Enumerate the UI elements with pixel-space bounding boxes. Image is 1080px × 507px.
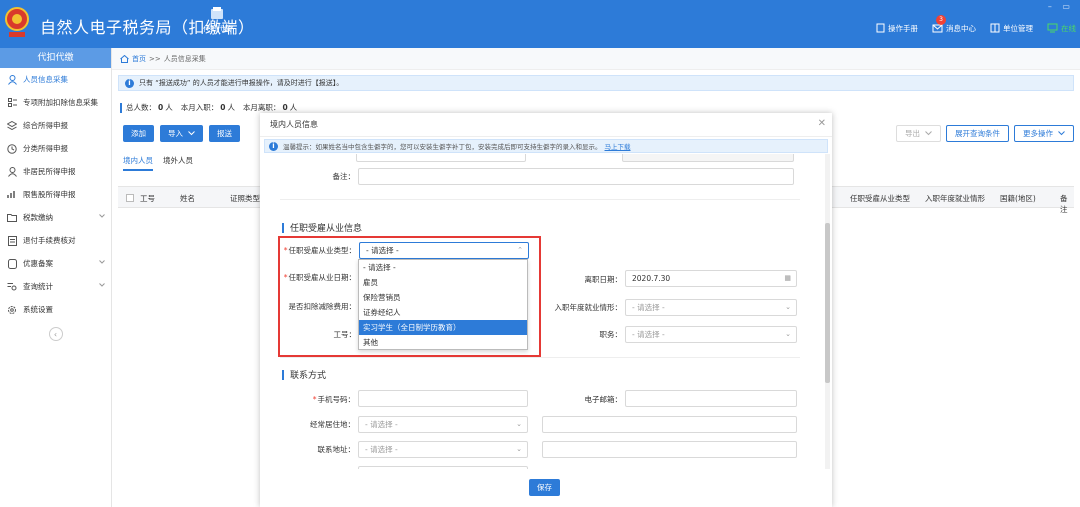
section-employment-title: 任职受雇从业信息 — [290, 224, 363, 234]
section-employment: 任职受雇从业信息 — [282, 221, 362, 234]
section-contact: 联系方式 — [282, 368, 326, 381]
phone-label: *手机号码： — [312, 395, 356, 404]
section-contact-title: 联系方式 — [290, 371, 327, 381]
calendar-icon: ▦ — [784, 274, 791, 282]
modal-overlay: 境内人员信息 ✕ i 温馨提示：如果姓名当中包含生僻字的，您可以安装生僻字补丁包… — [0, 0, 1080, 507]
residence-select[interactable]: - 请选择 - ⌄ — [358, 416, 528, 433]
close-icon[interactable]: ✕ — [818, 118, 826, 129]
residence-label: 经常居住地： — [310, 420, 355, 429]
dialog-scrollbar-thumb[interactable] — [825, 223, 830, 383]
chevron-down-icon: ⌄ — [785, 303, 791, 311]
remark-label: 备注： — [332, 172, 356, 181]
download-link[interactable]: 马上下载 — [605, 141, 631, 151]
address-value: - 请选择 - — [365, 445, 398, 454]
dropdown-option[interactable]: - 请选择 - — [359, 260, 527, 275]
info-icon: i — [269, 141, 278, 151]
employment-type-dropdown: - 请选择 - 雇员 保险营销员 证券经纪人 实习学生（全日制学历教育） 其他 — [358, 259, 528, 350]
residence-detail-input[interactable] — [542, 416, 797, 433]
phone-label-text: 手机号码： — [317, 395, 356, 404]
hidden-field-left[interactable] — [356, 154, 526, 162]
position-select[interactable]: - 请选择 - ⌄ — [625, 326, 797, 343]
dialog-title: 境内人员信息 — [260, 113, 832, 137]
chevron-down-icon: ⌄ — [516, 445, 522, 453]
address-select[interactable]: - 请选择 - ⌄ — [358, 441, 528, 458]
leave-date-label: 离职日期： — [584, 275, 623, 284]
save-button[interactable]: 保存 — [529, 479, 560, 496]
email-label: 电子邮箱： — [584, 395, 623, 404]
residence-value: - 请选择 - — [365, 420, 398, 429]
first-year-value: - 请选择 - — [632, 303, 665, 312]
divider — [280, 199, 800, 200]
first-year-select[interactable]: - 请选择 - ⌄ — [625, 299, 797, 316]
chevron-down-icon: ⌄ — [785, 330, 791, 338]
address-detail-input[interactable] — [542, 441, 797, 458]
dropdown-option[interactable]: 其他 — [359, 335, 527, 350]
divider — [280, 357, 800, 358]
partial-select[interactable] — [358, 466, 528, 469]
phone-input[interactable] — [358, 390, 528, 407]
dropdown-option[interactable]: 保险营销员 — [359, 290, 527, 305]
address-label: 联系地址： — [317, 445, 356, 454]
email-input[interactable] — [625, 390, 797, 407]
dropdown-option[interactable]: 证券经纪人 — [359, 305, 527, 320]
position-label: 职务： — [599, 330, 623, 339]
dropdown-option-selected[interactable]: 实习学生（全日制学历教育） — [359, 320, 527, 335]
dropdown-option[interactable]: 雇员 — [359, 275, 527, 290]
remark-input[interactable] — [358, 168, 794, 185]
leave-date-input[interactable]: 2020.7.30 ▦ — [625, 270, 797, 287]
position-value: - 请选择 - — [632, 330, 665, 339]
chevron-down-icon: ⌄ — [516, 420, 522, 428]
tip-text: 温馨提示：如果姓名当中包含生僻字的，您可以安装生僻字补丁包，安装完成后即可支持生… — [283, 143, 602, 151]
hidden-field-right[interactable] — [622, 154, 794, 162]
rare-char-tip: i 温馨提示：如果姓名当中包含生僻字的，您可以安装生僻字补丁包，安装完成后即可支… — [264, 139, 828, 153]
leave-date-value: 2020.7.30 — [632, 274, 671, 283]
